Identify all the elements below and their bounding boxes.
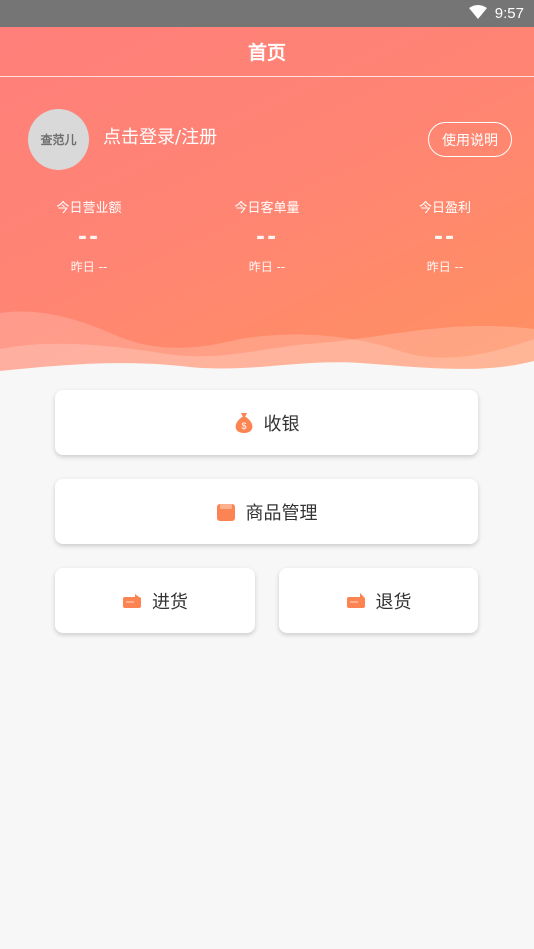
- stat-profit: 今日盈利 -- 昨日 --: [370, 199, 520, 277]
- stat-yesterday: 昨日 --: [426, 260, 464, 274]
- stat-label: 今日营业额: [56, 201, 122, 216]
- stat-yesterday: 昨日 --: [248, 260, 286, 274]
- stat-value: --: [77, 225, 101, 250]
- avatar[interactable]: 查范儿: [28, 109, 89, 170]
- return-label: 退货: [375, 591, 412, 613]
- money-bag-icon: $: [234, 412, 254, 434]
- avatar-text: 查范儿: [40, 133, 77, 147]
- page-title: 首页: [0, 27, 534, 77]
- product-management-label: 商品管理: [245, 502, 318, 524]
- stat-revenue: 今日营业额 -- 昨日 --: [14, 199, 164, 277]
- product-icon: [216, 502, 236, 522]
- stat-label: 今日盈利: [418, 201, 471, 216]
- status-time: 9:57: [494, 5, 524, 22]
- login-register-link[interactable]: 点击登录/注册: [103, 123, 217, 149]
- stat-label: 今日客单量: [234, 201, 300, 216]
- return-button[interactable]: 退货: [279, 568, 478, 633]
- home-header: 首页 查范儿 点击登录/注册 使用说明 今日营业额 -- 昨日 -- 今日客单量…: [0, 27, 534, 379]
- return-icon: [346, 592, 366, 609]
- status-bar: 9:57: [0, 0, 534, 27]
- wifi-icon: [468, 4, 495, 23]
- stats-panel: 今日营业额 -- 昨日 -- 今日客单量 -- 昨日 -- 今日盈利 -- 昨日…: [0, 199, 534, 289]
- purchase-button[interactable]: 进货: [55, 568, 255, 633]
- product-management-button[interactable]: 商品管理: [55, 479, 478, 544]
- stat-yesterday: 昨日 --: [70, 260, 108, 274]
- cashier-button[interactable]: $ 收银: [55, 390, 478, 455]
- cashier-label: 收银: [263, 413, 300, 435]
- header-waves: [0, 311, 534, 379]
- help-button[interactable]: 使用说明: [428, 122, 512, 157]
- stat-value: --: [433, 225, 457, 250]
- purchase-label: 进货: [152, 591, 188, 613]
- svg-text:$: $: [241, 421, 246, 431]
- home-screen: 9:57 首页 查范儿 点击登录/注册 使用说明 今日营业额 -- 昨日 -- …: [0, 0, 534, 949]
- stat-order-count: 今日客单量 -- 昨日 --: [192, 199, 342, 277]
- stat-value: --: [255, 225, 279, 250]
- purchase-icon: [122, 593, 142, 609]
